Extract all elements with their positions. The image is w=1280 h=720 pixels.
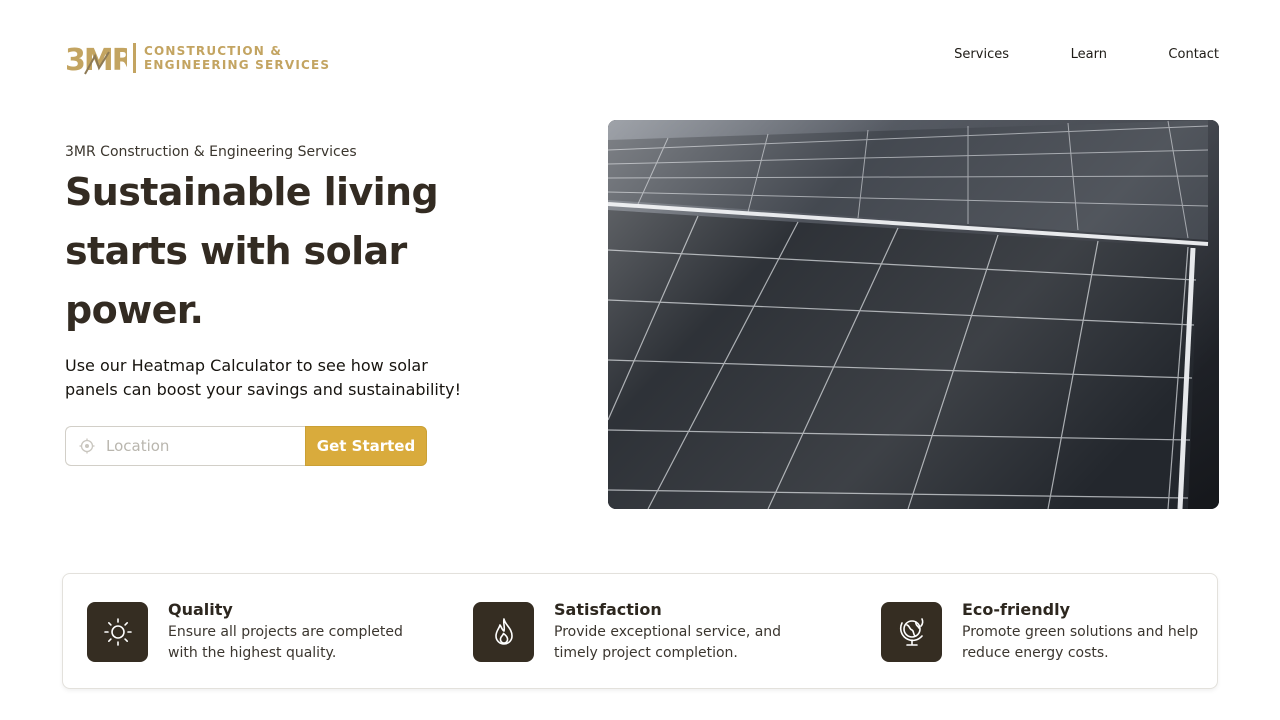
feature-title: Satisfaction (554, 600, 662, 619)
solar-panels-image (608, 120, 1219, 509)
get-started-button[interactable]: Get Started (305, 426, 427, 466)
hero-eyebrow: 3MR Construction & Engineering Services (65, 144, 357, 160)
feature-description: Ensure all projects are completed with t… (168, 624, 403, 661)
location-input[interactable] (106, 437, 286, 455)
eco-globe-icon (881, 602, 942, 662)
feature-eco-friendly: Eco-friendly Promote green solutions and… (881, 600, 1212, 664)
feature-title: Eco-friendly (962, 600, 1070, 619)
sun-icon (87, 602, 148, 662)
feature-title: Quality (168, 600, 233, 619)
location-pin-icon (78, 437, 96, 455)
feature-description: Provide exceptional service, and timely … (554, 624, 782, 661)
nav-services[interactable]: Services (954, 47, 1009, 62)
logo-wordmark: CONSTRUCTION & ENGINEERING SERVICES (144, 44, 330, 72)
nav-learn[interactable]: Learn (1071, 47, 1107, 62)
nav-contact[interactable]: Contact (1168, 47, 1219, 62)
logo-divider (133, 43, 136, 73)
logo-mark-icon: 3MR (65, 43, 127, 76)
hero-title: Sustainable living starts with solar pow… (65, 170, 439, 332)
logo-line-2: ENGINEERING SERVICES (144, 58, 331, 72)
feature-description: Promote green solutions and help reduce … (962, 624, 1199, 661)
location-field[interactable] (65, 426, 305, 466)
features-card: Quality Ensure all projects are complete… (62, 573, 1218, 689)
logo-line-1: CONSTRUCTION & (144, 44, 283, 58)
location-search: Get Started (65, 426, 427, 466)
flame-icon (473, 602, 534, 662)
feature-satisfaction: Satisfaction Provide exceptional service… (473, 600, 804, 664)
brand-logo[interactable]: 3MR CONSTRUCTION & ENGINEERING SERVICES (65, 40, 330, 76)
feature-quality: Quality Ensure all projects are complete… (87, 600, 418, 664)
hero-subtitle: Use our Heatmap Calculator to see how so… (65, 356, 462, 399)
